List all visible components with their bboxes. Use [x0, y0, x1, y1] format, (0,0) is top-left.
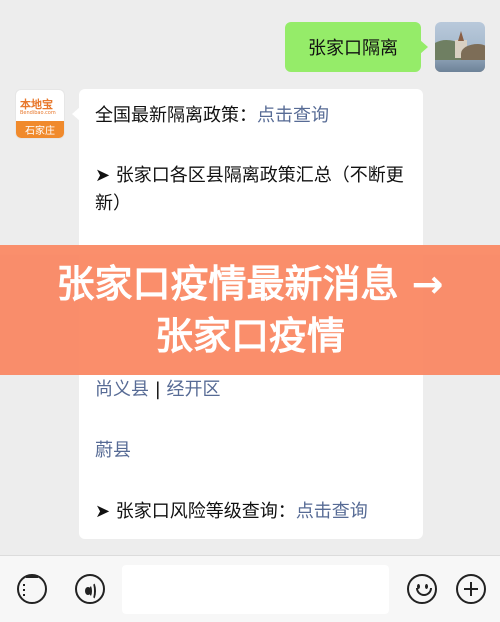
outgoing-message-text: 张家口隔离	[308, 38, 398, 59]
outgoing-message-bubble[interactable]: 张家口隔离	[285, 22, 428, 72]
list-icon[interactable]	[17, 574, 47, 604]
policy-text: 全国最新隔离政策：	[95, 105, 257, 126]
sender-avatar[interactable]: 本地宝 Bendibao.com 石家庄	[15, 89, 65, 139]
title-banner-overlay: 张家口疫情最新消息 → 张家口疫情	[0, 245, 500, 375]
link-yuxian[interactable]: 蔚县	[95, 440, 131, 461]
risk-level-line: ➤ 张家口风险等级查询：点击查询	[95, 498, 411, 526]
link-separator: |	[149, 379, 167, 400]
chat-input-bar	[0, 555, 500, 622]
yuxian-line: 蔚县	[95, 437, 411, 465]
risk-level-text: ➤ 张家口风险等级查询：	[95, 501, 296, 522]
risk-query-link[interactable]: 点击查询	[296, 501, 368, 522]
user-avatar[interactable]	[435, 22, 485, 72]
banner-title: 张家口疫情最新消息 → 张家口疫情	[56, 262, 444, 358]
policy-line: 全国最新隔离政策：点击查询	[95, 102, 411, 130]
chat-area: 张家口隔离 本地宝 Bendibao.com 石家庄 全国最新隔离政策：点击查询…	[0, 0, 500, 555]
district-summary-line: ➤ 张家口各区县隔离政策汇总（不断更新）	[95, 165, 404, 214]
link-jingkai[interactable]: 经开区	[167, 379, 221, 400]
district-links-line: 尚义县 | 经开区	[95, 376, 411, 404]
logo-city: 石家庄	[16, 121, 64, 138]
link-shangyi[interactable]: 尚义县	[95, 379, 149, 400]
emoji-icon[interactable]	[407, 574, 437, 604]
logo-subtitle: Bendibao.com	[20, 110, 56, 116]
policy-query-link[interactable]: 点击查询	[257, 105, 329, 126]
plus-icon[interactable]	[456, 574, 486, 604]
voice-icon[interactable]	[75, 574, 105, 604]
message-input[interactable]	[122, 565, 389, 614]
